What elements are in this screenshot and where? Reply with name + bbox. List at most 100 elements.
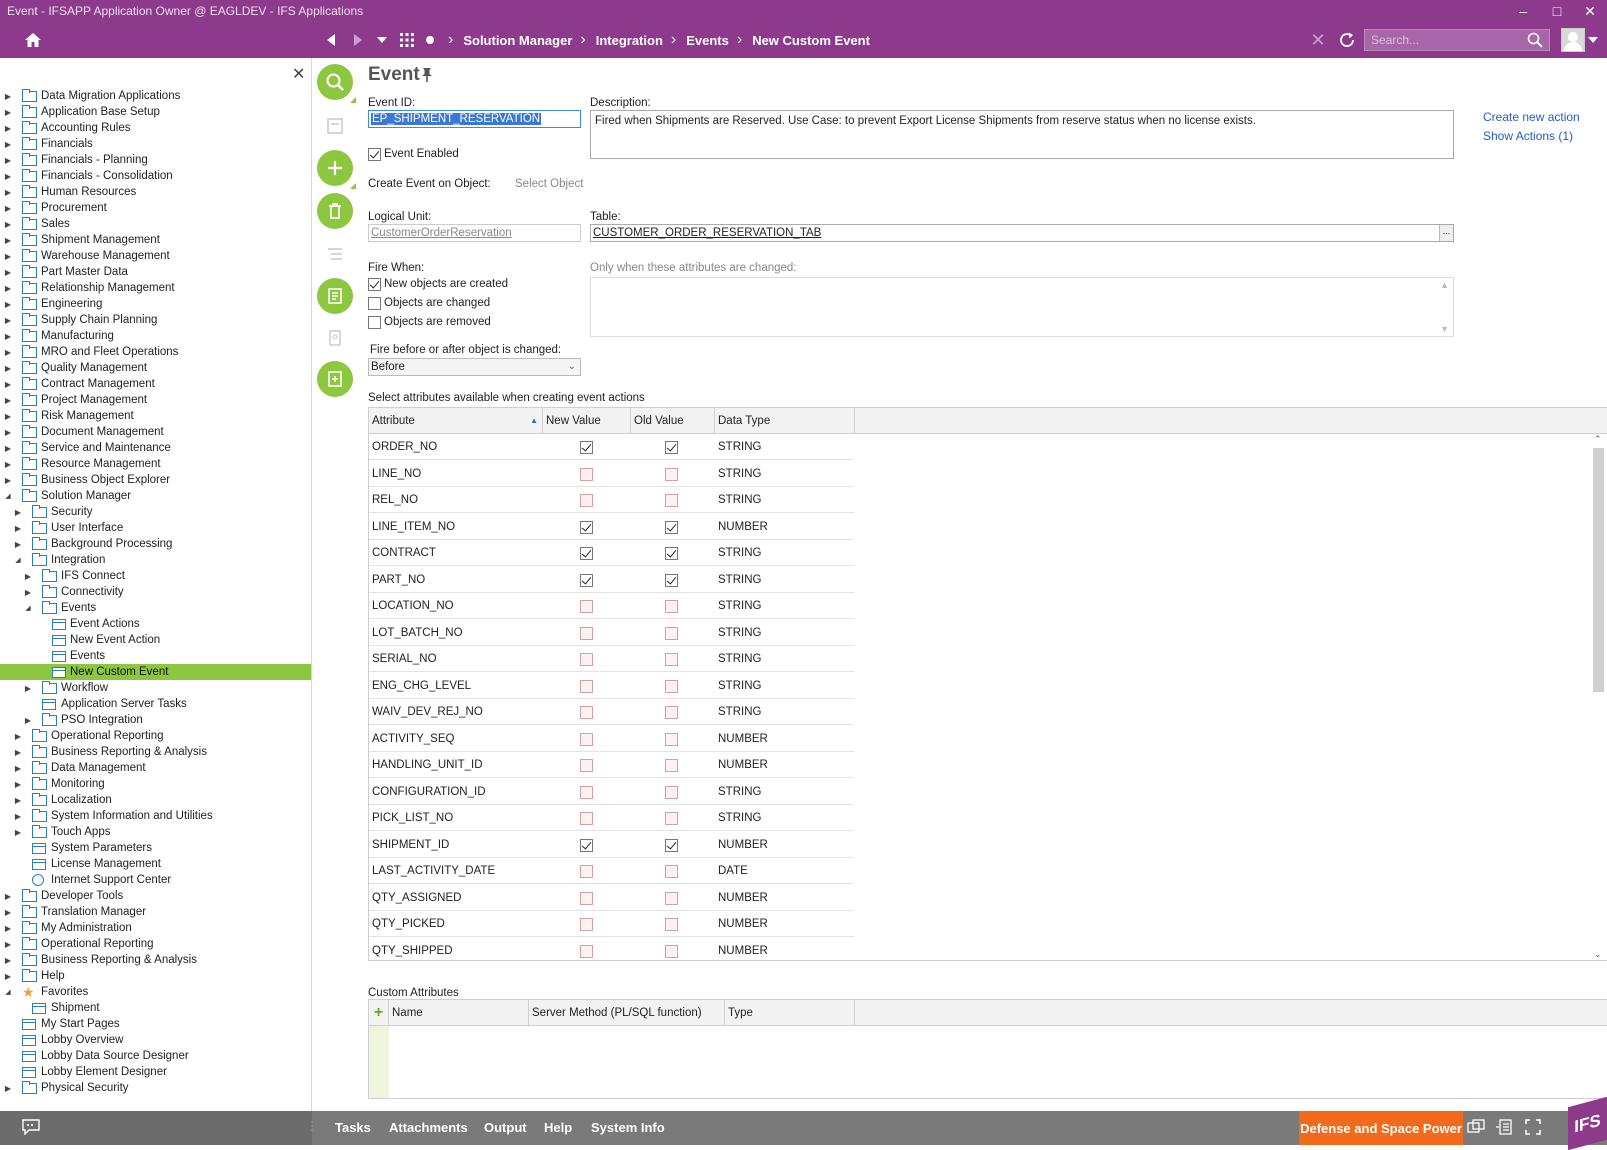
home-icon[interactable] [22, 29, 44, 51]
expand-arrow-icon[interactable]: ▶ [4, 300, 12, 309]
new-value-checkbox[interactable] [580, 679, 593, 693]
search-command-button[interactable] [317, 64, 356, 103]
close-icon[interactable]: ✕ [292, 64, 305, 84]
expand-arrow-icon[interactable]: ▶ [4, 108, 12, 117]
new-value-checkbox[interactable] [580, 732, 593, 746]
chat-icon[interactable] [22, 1119, 40, 1137]
expand-arrow-icon[interactable]: ▶ [4, 364, 12, 373]
expand-arrow-icon[interactable]: ▶ [4, 236, 12, 245]
new-value-checkbox[interactable] [580, 520, 593, 534]
output-button[interactable]: Output [484, 1120, 527, 1135]
old-value-checkbox[interactable] [665, 918, 678, 931]
tree-item[interactable]: ▶ Translation Manager [0, 904, 311, 920]
tree-item[interactable]: ▶ Physical Security [0, 1080, 311, 1096]
expand-arrow-icon[interactable]: ▶ [14, 828, 22, 837]
table-row[interactable]: QTY_ASSIGNED NUMBER [369, 885, 854, 911]
tree-item[interactable]: New Event Action [0, 632, 311, 648]
expand-arrow-icon[interactable]: ▶ [4, 204, 12, 213]
scrollbar-thumb[interactable] [1593, 448, 1604, 692]
expand-arrow-icon[interactable]: ▶ [4, 332, 12, 341]
expand-arrow-icon[interactable]: ▶ [4, 972, 12, 981]
expand-arrow-icon[interactable]: ▶ [14, 732, 22, 741]
tree-item[interactable]: ▶ Shipment Management [0, 232, 311, 248]
tree-item[interactable]: ▶ Financials - Consolidation [0, 168, 311, 184]
tree-item[interactable]: ◢ Events [0, 600, 311, 616]
tree-item[interactable]: ▶ Accounting Rules [0, 120, 311, 136]
new-value-checkbox[interactable] [580, 467, 593, 481]
old-value-checkbox[interactable] [665, 547, 678, 560]
tree-item[interactable]: ▶ Financials [0, 136, 311, 152]
table-row[interactable]: LOCATION_NO STRING [369, 593, 854, 619]
new-value-checkbox[interactable] [580, 441, 593, 454]
new-value-checkbox[interactable] [580, 494, 593, 507]
attachments-button[interactable]: Attachments [389, 1120, 468, 1135]
new-value-checkbox[interactable] [580, 653, 593, 666]
tree-item[interactable]: Lobby Data Source Designer [0, 1048, 311, 1064]
tree-item[interactable]: ▶ Document Management [0, 424, 311, 440]
expand-arrow-icon[interactable]: ▶ [4, 188, 12, 197]
old-value-checkbox[interactable] [665, 785, 678, 799]
tree-item[interactable]: ▶ Manufacturing [0, 328, 311, 344]
tree-item[interactable]: ▶ Supply Chain Planning [0, 312, 311, 328]
new-value-checkbox[interactable] [580, 600, 593, 613]
old-value-checkbox[interactable] [665, 759, 678, 772]
tree-item[interactable]: ▶ Business Reporting & Analysis [0, 952, 311, 968]
table-row[interactable]: CONTRACT STRING [369, 540, 854, 566]
report-button[interactable] [317, 320, 353, 356]
create-new-action-link[interactable]: Create new action [1483, 110, 1580, 124]
tree-item[interactable]: ▶ Monitoring [0, 776, 311, 792]
show-actions-link[interactable]: Show Actions (1) [1483, 129, 1573, 143]
edit-button[interactable] [317, 108, 353, 144]
add-record-button[interactable] [317, 361, 353, 397]
column-header-new-value[interactable]: New Value [543, 408, 631, 434]
table-row[interactable]: QTY_PICKED NUMBER [369, 911, 854, 937]
expand-arrow-icon[interactable]: ▶ [14, 540, 22, 549]
expand-arrow-icon[interactable]: ▶ [24, 716, 32, 725]
tree-item[interactable]: ▶ Business Reporting & Analysis [0, 744, 311, 760]
collapse-arrow-icon[interactable]: ◢ [4, 988, 12, 996]
expand-arrow-icon[interactable]: ▶ [4, 924, 12, 933]
scroll-down-icon[interactable]: ⌄ [1594, 949, 1602, 960]
tasks-button[interactable]: Tasks [335, 1120, 371, 1135]
tree-item[interactable]: ▶ IFS Connect [0, 568, 311, 584]
table-row[interactable]: ENG_CHG_LEVEL STRING [369, 673, 854, 699]
table-row[interactable]: CONFIGURATION_ID STRING [369, 779, 854, 805]
breadcrumb-item[interactable]: New Custom Event [752, 33, 870, 48]
expand-arrow-icon[interactable]: ▶ [14, 780, 22, 789]
expand-arrow-icon[interactable]: ▶ [4, 460, 12, 469]
old-value-checkbox[interactable] [665, 891, 678, 905]
tree-item[interactable]: My Start Pages [0, 1016, 311, 1032]
old-value-checkbox[interactable] [665, 441, 678, 454]
cancel-icon[interactable]: ✕ [1309, 30, 1327, 50]
tree-item[interactable]: Application Server Tasks [0, 696, 311, 712]
tree-item[interactable]: ◢ Solution Manager [0, 488, 311, 504]
description-field[interactable]: Fired when Shipments are Reserved. Use C… [590, 110, 1454, 159]
column-header-name[interactable]: Name [389, 1000, 529, 1026]
add-row-icon[interactable]: + [369, 1000, 389, 1026]
tree-item[interactable]: ▶ Procurement [0, 200, 311, 216]
tree-item[interactable]: ▶ Resource Management [0, 456, 311, 472]
old-value-checkbox[interactable] [665, 573, 678, 587]
tree-item[interactable]: ▶ Developer Tools [0, 888, 311, 904]
table-row[interactable]: ACTIVITY_SEQ NUMBER [369, 726, 854, 752]
event-id-field[interactable]: EP_SHIPMENT_RESERVATION [368, 110, 581, 128]
old-value-checkbox[interactable] [665, 494, 678, 507]
expand-arrow-icon[interactable]: ▶ [14, 508, 22, 517]
tree-item[interactable]: ▶ Application Base Setup [0, 104, 311, 120]
maximize-icon[interactable]: □ [1540, 0, 1574, 22]
windows-icon[interactable] [1467, 1119, 1485, 1137]
expand-arrow-icon[interactable]: ▶ [14, 764, 22, 773]
new-value-checkbox[interactable] [580, 812, 593, 825]
expand-arrow-icon[interactable]: ▶ [4, 252, 12, 261]
breadcrumb-item[interactable]: Solution Manager [463, 33, 572, 48]
tree-item[interactable]: ▶ Touch Apps [0, 824, 311, 840]
tree-item[interactable]: ◢ Integration [0, 552, 311, 568]
tree-item[interactable]: New Custom Event [0, 664, 311, 680]
expand-arrow-icon[interactable]: ▶ [4, 92, 12, 101]
table-row[interactable]: ORDER_NO STRING [369, 434, 854, 460]
new-value-checkbox[interactable] [580, 706, 593, 719]
expand-arrow-icon[interactable]: ▶ [14, 796, 22, 805]
user-menu-chevron-icon[interactable] [1588, 36, 1598, 44]
page-list-icon[interactable] [1495, 1119, 1513, 1137]
expand-arrow-icon[interactable]: ▶ [4, 380, 12, 389]
